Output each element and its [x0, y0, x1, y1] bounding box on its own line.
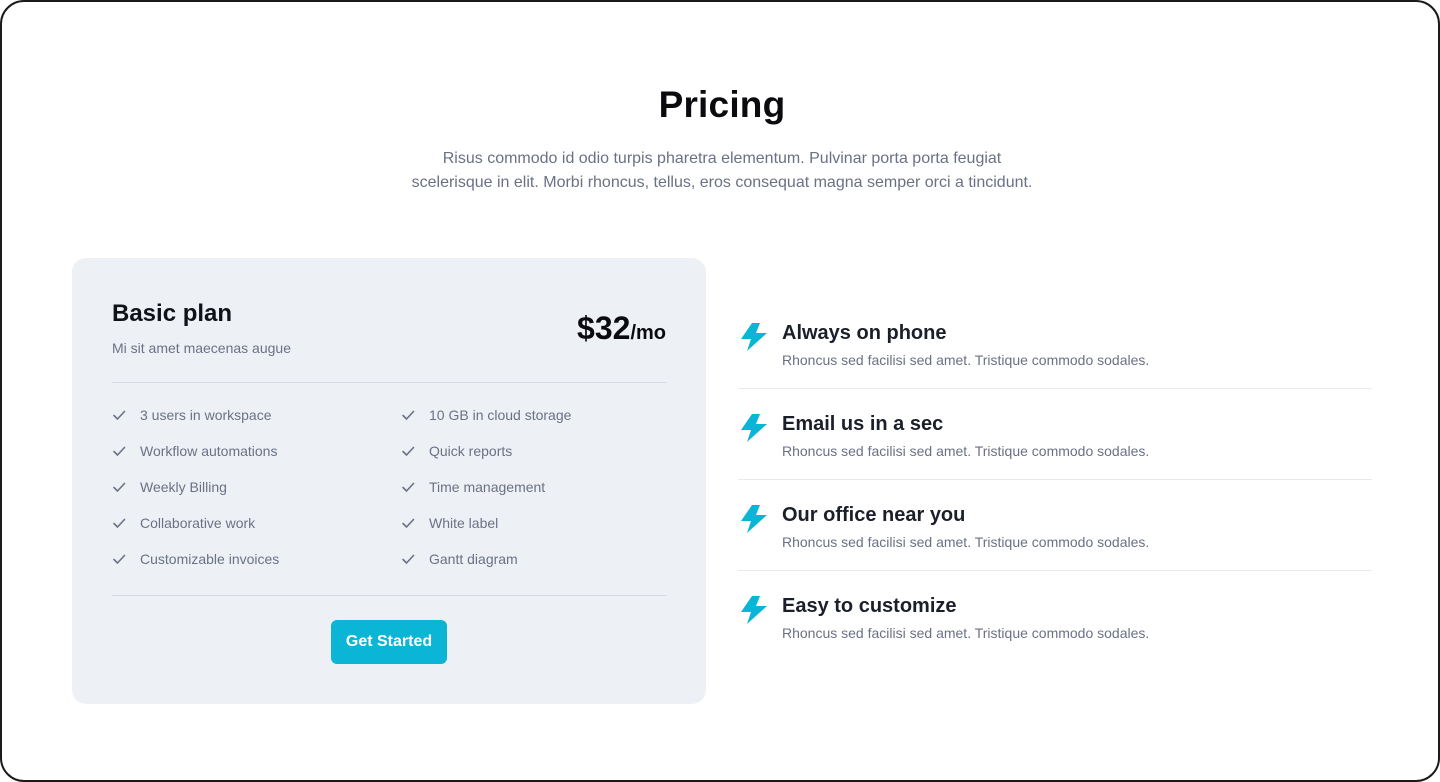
- check-icon: [113, 410, 126, 420]
- check-icon: [113, 446, 126, 456]
- benefit-description: Rhoncus sed facilisi sed amet. Tristique…: [782, 625, 1150, 641]
- price-period: /mo: [630, 322, 666, 344]
- pricing-card: Basic plan Mi sit amet maecenas augue $3…: [72, 258, 706, 704]
- benefit-title: Our office near you: [782, 504, 966, 526]
- benefit-item: Email us in a sec Rhoncus sed facilisi s…: [738, 389, 1372, 480]
- feature-label: Gantt diagram: [429, 551, 518, 567]
- card-divider-bottom: [112, 595, 666, 596]
- plan-price: $32/mo: [577, 310, 666, 347]
- feature-item: 10 GB in cloud storage: [401, 406, 666, 442]
- benefit-description: Rhoncus sed facilisi sed amet. Tristique…: [782, 352, 1150, 368]
- price-amount: $32: [577, 310, 631, 346]
- card-divider-top: [112, 382, 666, 383]
- check-icon: [113, 482, 126, 492]
- feature-label: Collaborative work: [140, 515, 256, 531]
- feature-item: Weekly Billing: [112, 478, 401, 514]
- feature-item: Time management: [401, 478, 666, 514]
- feature-label: 10 GB in cloud storage: [429, 407, 572, 423]
- get-started-button[interactable]: Get Started: [331, 620, 447, 664]
- check-icon: [402, 554, 415, 564]
- feature-item: White label: [401, 514, 666, 550]
- benefit-title: Easy to customize: [782, 595, 957, 617]
- plan-description: Mi sit amet maecenas augue: [112, 340, 291, 356]
- feature-label: Weekly Billing: [140, 479, 227, 495]
- check-icon: [113, 518, 126, 528]
- feature-label: Workflow automations: [140, 443, 278, 459]
- feature-label: Customizable invoices: [140, 551, 280, 567]
- feature-label: 3 users in workspace: [140, 407, 272, 423]
- feature-label: Quick reports: [429, 443, 513, 459]
- benefit-title: Email us in a sec: [782, 413, 944, 435]
- check-icon: [402, 446, 415, 456]
- feature-item: Collaborative work: [112, 514, 401, 550]
- benefit-item: Always on phone Rhoncus sed facilisi sed…: [738, 298, 1372, 389]
- feature-item: Gantt diagram: [401, 550, 666, 586]
- feature-label: Time management: [429, 479, 546, 495]
- benefit-item: Our office near you Rhoncus sed facilisi…: [738, 480, 1372, 571]
- check-icon: [402, 482, 415, 492]
- lightning-bolt-icon: [741, 323, 767, 351]
- lightning-bolt-icon: [741, 596, 767, 624]
- check-icon: [113, 554, 126, 564]
- feature-item: Customizable invoices: [112, 550, 401, 586]
- benefits-list: Always on phone Rhoncus sed facilisi sed…: [738, 298, 1372, 662]
- feature-item: Quick reports: [401, 442, 666, 478]
- feature-list: 3 users in workspace 10 GB in cloud stor…: [112, 406, 666, 586]
- feature-item: 3 users in workspace: [112, 406, 401, 442]
- benefit-description: Rhoncus sed facilisi sed amet. Tristique…: [782, 443, 1150, 459]
- benefit-title: Always on phone: [782, 322, 947, 344]
- lightning-bolt-icon: [741, 414, 767, 442]
- benefit-item: Easy to customize Rhoncus sed facilisi s…: [738, 571, 1372, 662]
- benefit-description: Rhoncus sed facilisi sed amet. Tristique…: [782, 534, 1150, 550]
- pricing-section: Pricing Risus commodo id odio turpis pha…: [0, 0, 1440, 782]
- check-icon: [402, 410, 415, 420]
- lightning-bolt-icon: [741, 505, 767, 533]
- check-icon: [402, 518, 415, 528]
- page-title: Pricing: [658, 84, 786, 125]
- feature-item: Workflow automations: [112, 442, 401, 478]
- page-subtitle: Risus commodo id odio turpis pharetra el…: [411, 150, 1033, 191]
- plan-name: Basic plan: [112, 300, 233, 327]
- feature-label: White label: [429, 515, 499, 531]
